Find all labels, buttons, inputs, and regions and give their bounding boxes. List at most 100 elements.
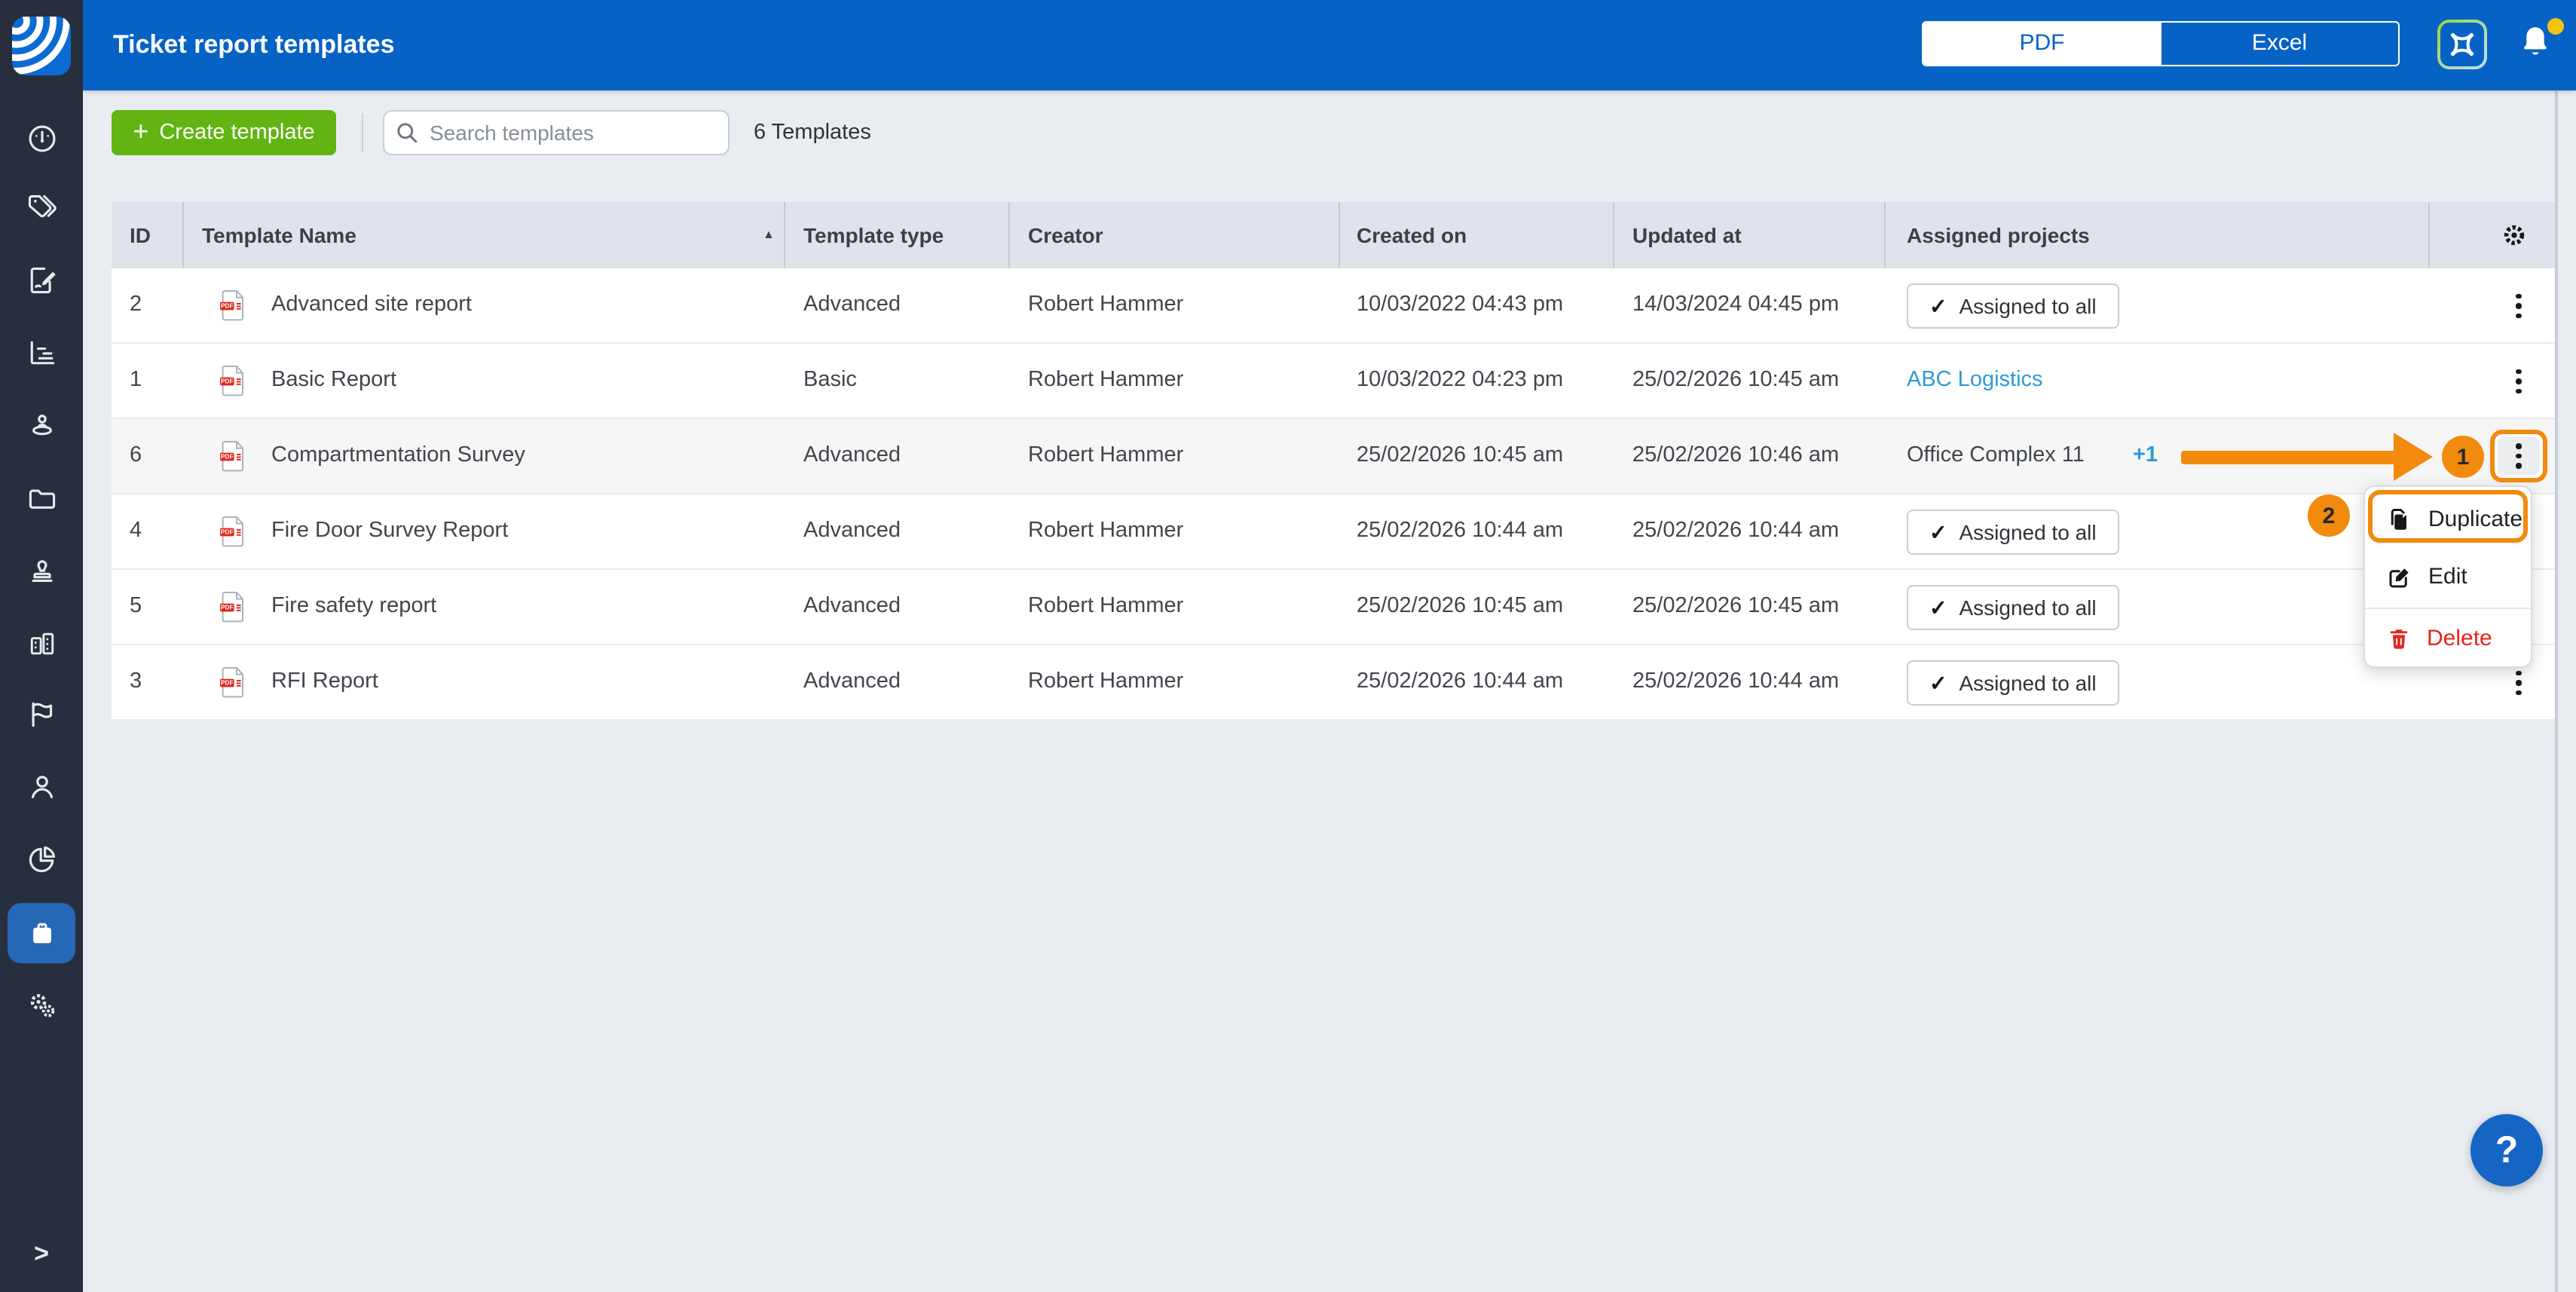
cell-id: 4	[130, 494, 142, 568]
sidebar-item-documents[interactable]	[11, 469, 72, 529]
cell-creator: Robert Hammer	[1028, 645, 1183, 719]
user-icon	[25, 770, 58, 804]
pdf-file-icon: PDF	[220, 666, 246, 706]
cell-creator: Robert Hammer	[1028, 344, 1183, 418]
column-header-creator[interactable]: Creator	[1028, 202, 1103, 268]
svg-text:PDF: PDF	[221, 604, 234, 611]
trash-icon	[2386, 625, 2412, 652]
column-header-id[interactable]: ID	[130, 202, 151, 268]
menu-item-edit-label: Edit	[2428, 564, 2467, 589]
table-row[interactable]: 4 PDF Fire Door Survey Report Advanced R…	[112, 494, 2555, 570]
toolbar-divider	[362, 113, 363, 152]
sidebar-item-tags[interactable]	[11, 178, 72, 238]
cell-template-name: Basic Report	[271, 344, 396, 418]
sidebar-item-approvals[interactable]	[11, 541, 72, 602]
cell-type: Advanced	[803, 645, 901, 719]
menu-item-duplicate[interactable]: Duplicate	[2365, 491, 2531, 547]
assigned-label: Assigned to all	[1959, 294, 2096, 318]
cell-type: Advanced	[803, 570, 901, 644]
plus-icon: +	[133, 118, 148, 145]
assigned-more-badge[interactable]: +1	[2133, 419, 2158, 493]
page-title: Ticket report templates	[113, 0, 395, 90]
cell-id: 5	[130, 570, 142, 644]
sidebar-item-dashboard[interactable]	[11, 109, 72, 169]
row-actions-kebab-button[interactable]	[2501, 288, 2537, 324]
assigned-to-all-button[interactable]: ✓ Assigned to all	[1907, 660, 2119, 706]
column-divider	[1613, 202, 1614, 268]
pdf-file-icon: PDF	[220, 516, 246, 555]
gauge-icon	[25, 122, 58, 155]
table-row[interactable]: 1 PDF Basic Report Basic Robert Hammer 1…	[112, 344, 2555, 419]
row-actions-kebab-button-active[interactable]	[2498, 437, 2540, 475]
templates-count: 6 Templates	[754, 110, 871, 155]
column-divider	[1338, 202, 1340, 268]
sidebar-item-users[interactable]	[11, 757, 72, 817]
table-row[interactable]: 5 PDF Fire safety report Advanced Robert…	[112, 570, 2555, 645]
app-logo[interactable]	[12, 17, 71, 75]
help-button[interactable]: ?	[2470, 1114, 2543, 1186]
sidebar-item-flags[interactable]	[11, 684, 72, 745]
assigned-to-all-button[interactable]: ✓ Assigned to all	[1907, 283, 2119, 329]
cell-template-name: Compartmentation Survey	[271, 419, 525, 493]
column-header-name[interactable]: Template Name	[202, 202, 356, 268]
annotation-arrow-head	[2394, 433, 2433, 481]
sidebar-item-templates[interactable]	[11, 903, 72, 963]
column-header-updated[interactable]: Updated at	[1632, 202, 1742, 268]
create-template-label: Create template	[159, 121, 314, 145]
sidebar-collapse-button[interactable]: >	[11, 1224, 72, 1284]
cell-updated: 25/02/2026 10:45 am	[1632, 344, 1839, 418]
cell-created: 10/03/2022 04:43 pm	[1357, 268, 1563, 342]
pie-chart-icon	[25, 843, 58, 876]
assigned-to-all-button[interactable]: ✓ Assigned to all	[1907, 510, 2119, 555]
menu-item-duplicate-label: Duplicate	[2428, 507, 2522, 532]
sidebar-item-analytics[interactable]	[11, 323, 72, 383]
menu-item-edit[interactable]: Edit	[2365, 549, 2531, 605]
assigned-to-all-button[interactable]: ✓ Assigned to all	[1907, 585, 2119, 630]
cell-assigned-project: Office Complex 11	[1907, 419, 2085, 493]
tags-icon	[25, 191, 58, 225]
sidebar-item-site-map[interactable]	[11, 395, 72, 455]
excel-toggle-button[interactable]: Excel	[2161, 23, 2398, 65]
cell-template-name: Fire safety report	[271, 570, 436, 644]
svg-text:PDF: PDF	[221, 679, 234, 687]
sidebar-item-company[interactable]	[11, 614, 72, 674]
cell-updated: 25/02/2026 10:46 am	[1632, 419, 1839, 493]
pdf-toggle-button[interactable]: PDF	[1923, 23, 2161, 65]
search-input[interactable]	[383, 110, 730, 155]
sidebar-item-statistics[interactable]	[11, 829, 72, 889]
column-header-assigned[interactable]: Assigned projects	[1907, 202, 2090, 268]
cell-type: Basic	[803, 344, 857, 418]
row-actions-kebab-button[interactable]	[2501, 665, 2537, 701]
column-header-type[interactable]: Template type	[803, 202, 944, 268]
check-icon: ✓	[1929, 595, 1947, 620]
assigned-label: Assigned to all	[1959, 520, 2096, 544]
sidebar-item-forms[interactable]	[11, 250, 72, 311]
menu-item-delete[interactable]: Delete	[2365, 611, 2531, 666]
pdf-file-icon: PDF	[220, 440, 246, 479]
cell-updated: 25/02/2026 10:44 am	[1632, 645, 1839, 719]
table-settings-button[interactable]	[2499, 220, 2529, 250]
gear-icon	[2499, 220, 2529, 250]
cell-id: 1	[130, 344, 142, 418]
column-header-created[interactable]: Created on	[1357, 202, 1467, 268]
column-divider	[1008, 202, 1010, 268]
sidebar-item-settings[interactable]	[11, 975, 72, 1036]
table-row[interactable]: 2 PDF Advanced site report Advanced Robe…	[112, 268, 2555, 344]
folder-icon	[25, 482, 58, 516]
row-context-menu: Duplicate Edit Delete	[2363, 485, 2532, 668]
marketplace-app-button[interactable]	[2437, 20, 2487, 69]
search-icon	[395, 121, 419, 145]
notifications-button[interactable]	[2514, 21, 2562, 69]
menu-divider	[2365, 608, 2531, 609]
stamp-icon	[25, 555, 58, 588]
row-actions-kebab-button[interactable]	[2501, 363, 2537, 400]
cell-creator: Robert Hammer	[1028, 570, 1183, 644]
document-edit-icon	[25, 264, 58, 297]
svg-text:PDF: PDF	[221, 302, 234, 310]
table-row[interactable]: 3 PDF RFI Report Advanced Robert Hammer …	[112, 645, 2555, 721]
assigned-project-link[interactable]: ABC Logistics	[1907, 344, 2043, 418]
pdf-file-icon: PDF	[220, 365, 246, 404]
column-divider	[1884, 202, 1886, 268]
create-template-button[interactable]: + Create template	[112, 110, 336, 155]
notification-badge	[2547, 18, 2564, 35]
